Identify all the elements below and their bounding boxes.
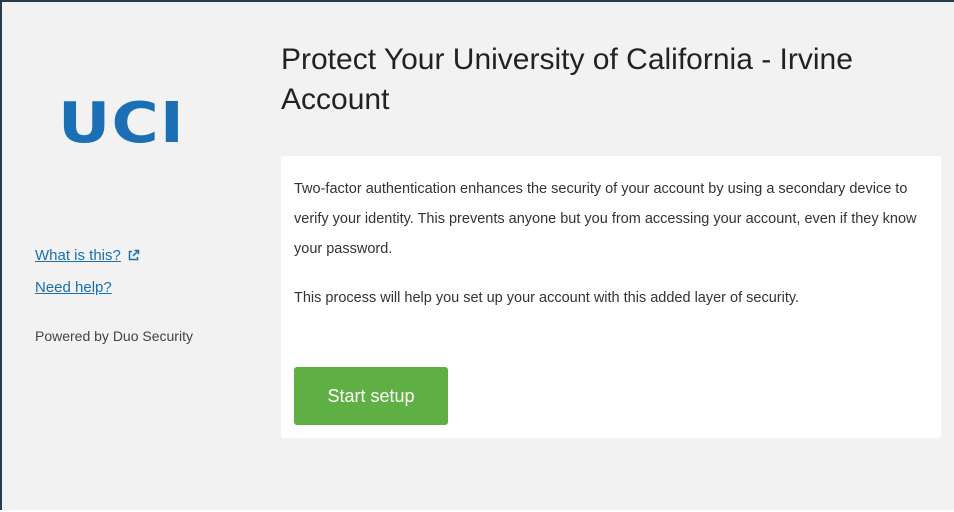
- what-is-this-link[interactable]: What is this?: [35, 247, 140, 266]
- what-is-this-label: What is this?: [35, 247, 121, 264]
- need-help-label: Need help?: [35, 279, 112, 296]
- start-setup-button[interactable]: Start setup: [294, 367, 448, 425]
- uci-logo: UCI: [58, 96, 185, 152]
- page-title: Protect Your University of California - …: [281, 43, 853, 116]
- intro-paragraph: Two-factor authentication enhances the s…: [294, 181, 917, 257]
- external-link-icon: [127, 249, 140, 266]
- sidebar: UCI What is this? Need help? Powered by …: [4, 4, 266, 512]
- need-help-link[interactable]: Need help?: [35, 279, 112, 296]
- duo-frame: UCI What is this? Need help? Powered by …: [0, 0, 954, 510]
- setup-card: Two-factor authentication enhances the s…: [281, 156, 941, 438]
- logo-text: UCI: [58, 91, 185, 156]
- powered-by-text: Powered by Duo Security: [35, 328, 193, 344]
- process-paragraph: This process will help you set up your a…: [294, 290, 800, 306]
